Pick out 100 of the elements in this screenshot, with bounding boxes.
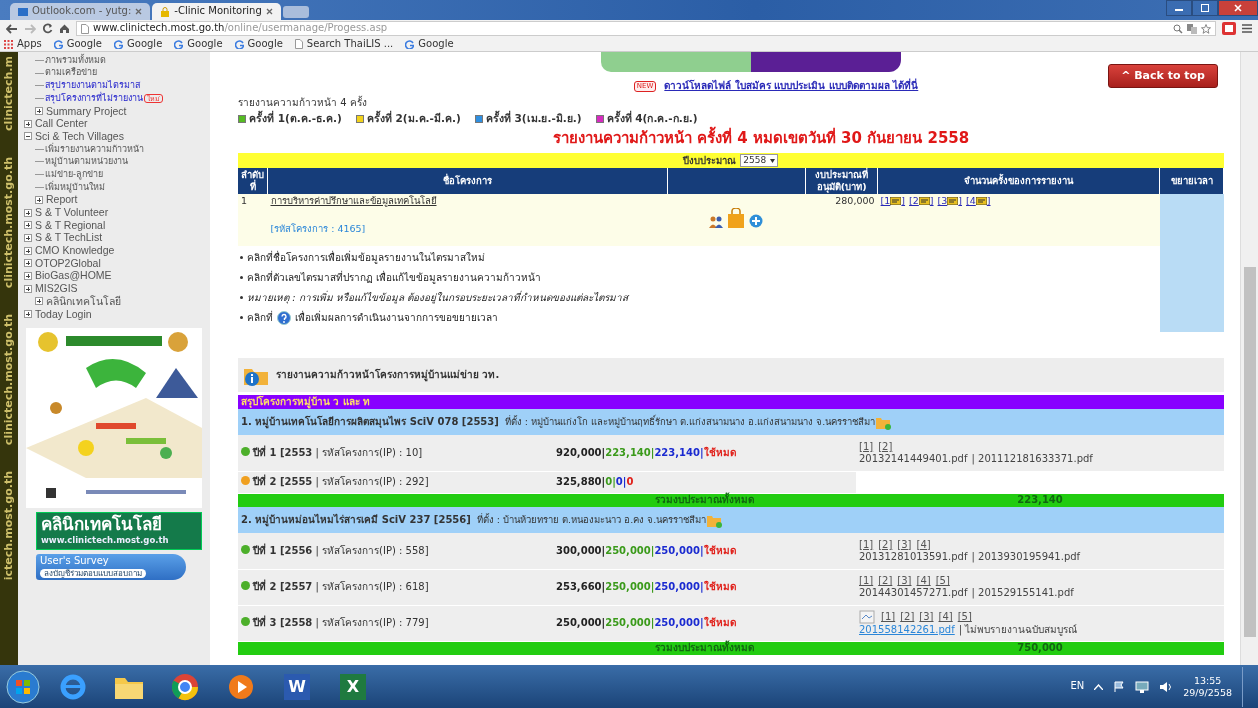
extension-icon[interactable] bbox=[1222, 22, 1236, 35]
clock[interactable]: 13:55 29/9/2558 bbox=[1183, 675, 1232, 698]
reload-icon[interactable] bbox=[42, 23, 53, 34]
bookmark[interactable]: Google bbox=[174, 37, 223, 51]
tree-item[interactable]: S & T TechList bbox=[35, 231, 103, 245]
scrollbar[interactable] bbox=[1240, 52, 1258, 665]
report-link[interactable]: [3 ] bbox=[937, 194, 963, 207]
browser-tab[interactable]: -Clinic Monitoring bbox=[152, 3, 281, 20]
tree-item[interactable]: สรุปรายงานตามไตรมาส bbox=[45, 80, 140, 92]
people-icon[interactable] bbox=[709, 216, 724, 229]
maximize-button[interactable] bbox=[1192, 0, 1218, 16]
expand-icon[interactable] bbox=[24, 119, 32, 128]
expand-icon[interactable] bbox=[24, 310, 32, 319]
language-indicator[interactable]: EN bbox=[1070, 680, 1085, 693]
tree-item[interactable]: Report bbox=[46, 193, 78, 207]
play-icon[interactable] bbox=[228, 673, 254, 700]
expand-icon[interactable] bbox=[24, 259, 32, 268]
tree-item[interactable]: S & T Volunteer bbox=[35, 206, 109, 220]
download-link[interactable]: ดาวน์โหลดไฟล์ ใบสมัคร แบบประเมิน แบบติดตามผล ได้ที่นี่ bbox=[664, 80, 919, 93]
flag-icon[interactable] bbox=[1113, 680, 1126, 693]
report-link[interactable]: [2] bbox=[878, 574, 893, 588]
bookmark[interactable]: Apps bbox=[4, 37, 42, 51]
report-link[interactable]: [4] bbox=[916, 538, 931, 552]
expand-icon[interactable] bbox=[35, 195, 43, 204]
tree-item[interactable]: Summary Project bbox=[46, 104, 127, 118]
report-link[interactable]: [2] bbox=[878, 538, 893, 552]
bookmark[interactable]: Google bbox=[234, 37, 283, 51]
expand-icon[interactable] bbox=[24, 221, 32, 230]
menu-icon[interactable] bbox=[1242, 24, 1252, 33]
tree-item[interactable]: Today Login bbox=[35, 307, 92, 321]
browser-tab[interactable]: Outlook.com - yutg: bbox=[10, 3, 151, 20]
report-link[interactable]: [2] bbox=[878, 440, 893, 454]
report-link[interactable]: [4] bbox=[916, 574, 931, 588]
back-icon[interactable] bbox=[6, 23, 18, 34]
chrome-icon[interactable] bbox=[171, 672, 199, 701]
report-link[interactable]: [1] bbox=[859, 574, 874, 588]
expand-icon[interactable] bbox=[24, 246, 32, 255]
tree-item[interactable]: CMO Knowledge bbox=[35, 244, 115, 258]
tree-item[interactable]: เพิ่มรายงานความก้าวหน้า bbox=[45, 143, 144, 155]
minimize-button[interactable] bbox=[1166, 0, 1192, 16]
expand-icon[interactable] bbox=[35, 107, 43, 116]
close-icon[interactable] bbox=[265, 8, 273, 15]
bookmark[interactable]: Search ThaiLIS ... bbox=[294, 37, 394, 51]
show-hidden-icon[interactable] bbox=[1094, 683, 1104, 690]
report-link[interactable]: [3] bbox=[919, 610, 934, 624]
bag-icon[interactable] bbox=[727, 208, 746, 229]
clinic-banner[interactable]: คลินิกเทคโนโลยี www.clinictech.most.go.th bbox=[36, 512, 202, 550]
back-to-top-button[interactable]: ^ Back to top bbox=[1108, 64, 1218, 88]
bookmark[interactable]: Google bbox=[53, 37, 102, 51]
start-icon[interactable] bbox=[6, 669, 40, 704]
report-link[interactable]: [1] bbox=[859, 538, 874, 552]
spreadsheet-icon[interactable]: X bbox=[340, 673, 366, 700]
tree-item[interactable]: OTOP2Global bbox=[35, 256, 101, 270]
tree-item[interactable]: BioGas@HOME bbox=[35, 269, 112, 283]
expand-icon[interactable] bbox=[24, 272, 32, 281]
bookmark[interactable]: Google bbox=[405, 37, 454, 51]
expand-icon[interactable] bbox=[35, 297, 43, 306]
report-link[interactable]: [5] bbox=[957, 610, 972, 624]
star-icon[interactable] bbox=[1201, 23, 1211, 34]
scrollbar-thumb[interactable] bbox=[1243, 267, 1256, 637]
tree-item[interactable]: MIS2GIS bbox=[35, 282, 78, 296]
tree-item[interactable]: หมู่บ้านตามหน่วยงาน bbox=[45, 156, 128, 168]
report-link[interactable]: [4] bbox=[938, 610, 953, 624]
expand-icon[interactable] bbox=[24, 233, 32, 242]
tree-item[interactable]: Call Center bbox=[35, 117, 88, 131]
expand-icon[interactable] bbox=[24, 284, 32, 293]
report-link[interactable]: [5] bbox=[935, 574, 950, 588]
word-icon[interactable]: W bbox=[284, 673, 310, 700]
report-link[interactable]: [3] bbox=[897, 538, 912, 552]
bookmark[interactable]: Google bbox=[114, 37, 163, 51]
report-link[interactable]: [1] bbox=[859, 440, 874, 454]
tree-item[interactable]: Sci & Tech Villages bbox=[35, 129, 124, 144]
close-icon[interactable] bbox=[135, 8, 143, 15]
tree-item[interactable]: ตามเครือข่าย bbox=[45, 67, 97, 79]
speaker-icon[interactable] bbox=[1159, 680, 1174, 693]
address-bar[interactable]: www.clinictech.most.go.th/online/usermanage/Progess.asp bbox=[76, 21, 1216, 36]
report-link[interactable]: [1 ] bbox=[880, 194, 906, 207]
report-link[interactable]: [1] bbox=[881, 610, 896, 624]
home-icon[interactable] bbox=[59, 23, 70, 34]
help-icon[interactable] bbox=[277, 310, 291, 325]
collapse-icon[interactable] bbox=[24, 132, 32, 141]
tree-item[interactable]: สรุปโครงการที่ไม่รายงาน bbox=[45, 92, 143, 105]
tree-item[interactable]: เพิ่มหมู่บ้านใหม่ bbox=[45, 181, 105, 193]
tree-item[interactable]: S & T Regional bbox=[35, 218, 106, 232]
document-icon[interactable] bbox=[859, 610, 875, 625]
new-tab-button[interactable] bbox=[282, 6, 309, 18]
report-link[interactable]: [3] bbox=[897, 574, 912, 588]
survey-banner[interactable]: User's Survey ลงบัญชีร่วมตอบแบบสอบถาม bbox=[36, 553, 186, 580]
globe-icon[interactable] bbox=[749, 214, 764, 229]
tree-item[interactable]: แม่ข่าย-ลูกข่าย bbox=[45, 168, 103, 181]
tree-item[interactable]: คลินิกเทคโนโลยี bbox=[46, 294, 121, 308]
project-name[interactable]: การบริหารค่าปรึกษาและข้อมูลเทคโนโลยี bbox=[270, 194, 665, 207]
year-select[interactable]: 2558 bbox=[740, 153, 779, 168]
zoom-icon[interactable] bbox=[1173, 23, 1183, 34]
close-button[interactable] bbox=[1218, 0, 1258, 16]
report-link[interactable]: [4 ] bbox=[966, 194, 991, 207]
report-link[interactable]: [2] bbox=[900, 610, 915, 624]
network-icon[interactable] bbox=[1135, 680, 1150, 693]
tree-item[interactable]: ภาพรวมทั้งหมด bbox=[45, 54, 106, 66]
report-link[interactable]: [2 ] bbox=[909, 194, 934, 207]
